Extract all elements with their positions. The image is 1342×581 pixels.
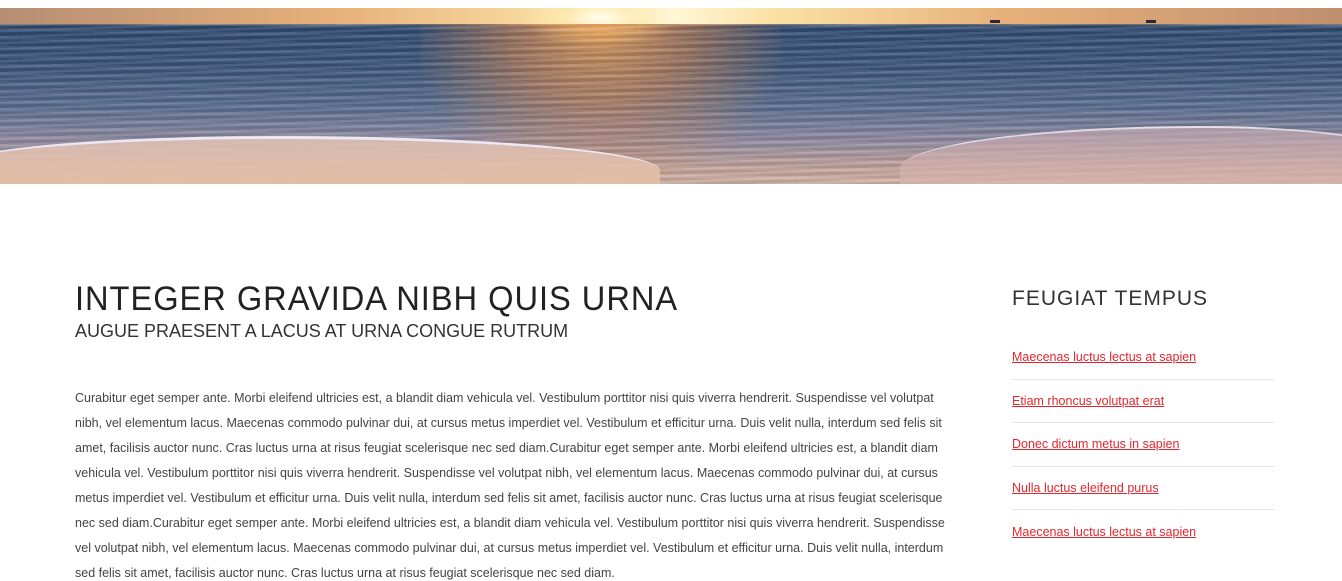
main-content: INTEGER GRAVIDA NIBH QUIS URNA AUGUE PRA… bbox=[75, 278, 960, 581]
sidebar-item: Donec dictum metus in sapien bbox=[1012, 423, 1275, 467]
hero-banner-image bbox=[0, 8, 1342, 184]
sidebar-link[interactable]: Maecenas luctus lectus at sapien bbox=[1012, 350, 1196, 364]
sidebar-item: Nulla luctus eleifend purus bbox=[1012, 467, 1275, 510]
sidebar-link-list: Maecenas luctus lectus at sapien Etiam r… bbox=[1012, 336, 1275, 554]
sidebar-item: Maecenas luctus lectus at sapien bbox=[1012, 336, 1275, 380]
sidebar-link[interactable]: Nulla luctus eleifend purus bbox=[1012, 481, 1159, 495]
body-paragraph: Curabitur eget semper ante. Morbi eleife… bbox=[75, 391, 945, 580]
page-subtitle: AUGUE PRAESENT A LACUS AT URNA CONGUE RU… bbox=[75, 321, 569, 341]
sidebar-link[interactable]: Donec dictum metus in sapien bbox=[1012, 437, 1179, 451]
hero-ship bbox=[1146, 20, 1156, 23]
hero-ship bbox=[990, 20, 1000, 23]
sidebar: FEUGIAT TEMPUS Maecenas luctus lectus at… bbox=[1012, 284, 1275, 554]
sidebar-link[interactable]: Maecenas luctus lectus at sapien bbox=[1012, 525, 1196, 539]
sidebar-item: Etiam rhoncus volutpat erat bbox=[1012, 380, 1275, 423]
sidebar-link[interactable]: Etiam rhoncus volutpat erat bbox=[1012, 394, 1164, 408]
sidebar-title: FEUGIAT TEMPUS bbox=[1012, 287, 1209, 310]
page-title: INTEGER GRAVIDA NIBH QUIS URNA bbox=[75, 280, 679, 318]
sidebar-item: Maecenas luctus lectus at sapien bbox=[1012, 510, 1275, 554]
page: INTEGER GRAVIDA NIBH QUIS URNA AUGUE PRA… bbox=[0, 0, 1342, 581]
